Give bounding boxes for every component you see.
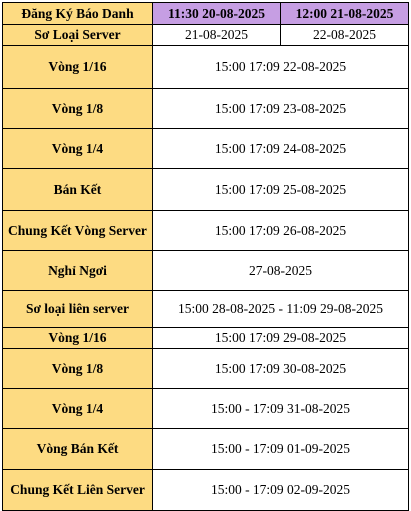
round-label: Vòng 1/16 — [2, 327, 153, 349]
round-label: Vòng 1/4 — [2, 388, 153, 429]
round-time: 15:00 17:09 26-08-2025 — [152, 210, 409, 251]
schedule-row: Vòng 1/16 15:00 17:09 29-08-2025 — [2, 327, 409, 349]
round-label: Chung Kết Liên Server — [2, 469, 153, 511]
schedule-table: Đăng Ký Báo Danh 11:30 20-08-2025 12:00 … — [2, 2, 409, 511]
schedule-row: Bán Kết 15:00 17:09 25-08-2025 — [2, 168, 409, 211]
round-label: Vòng Bán Kết — [2, 428, 153, 470]
schedule-row: Sơ loại liên server 15:00 28-08-2025 - 1… — [2, 290, 409, 328]
round-time: 15:00 17:09 29-08-2025 — [152, 327, 409, 349]
schedule-row: Nghỉ Ngơi 27-08-2025 — [2, 250, 409, 291]
round-label: Nghỉ Ngơi — [2, 250, 153, 291]
schedule-row: Vòng Bán Kết 15:00 - 17:09 01-09-2025 — [2, 428, 409, 470]
round-time: 15:00 17:09 30-08-2025 — [152, 348, 409, 389]
round-time: 15:00 17:09 23-08-2025 — [152, 88, 409, 129]
register-start: 11:30 20-08-2025 — [152, 2, 281, 25]
schedule-row: Chung Kết Vòng Server 15:00 17:09 26-08-… — [2, 210, 409, 251]
round-label: Vòng 1/4 — [2, 128, 153, 169]
round-time: 15:00 - 17:09 02-09-2025 — [152, 469, 409, 511]
register-end: 12:00 21-08-2025 — [280, 2, 409, 25]
schedule-row: Vòng 1/16 15:00 17:09 22-08-2025 — [2, 45, 409, 89]
round-label: Chung Kết Vòng Server — [2, 210, 153, 251]
prelim-server-date-1: 21-08-2025 — [152, 24, 281, 46]
round-time: 15:00 - 17:09 31-08-2025 — [152, 388, 409, 429]
round-label: Vòng 1/8 — [2, 88, 153, 129]
round-time: 15:00 - 17:09 01-09-2025 — [152, 428, 409, 470]
schedule-row: Chung Kết Liên Server 15:00 - 17:09 02-0… — [2, 469, 409, 511]
prelim-server-row: Sơ Loại Server 21-08-2025 22-08-2025 — [2, 24, 409, 46]
prelim-server-label: Sơ Loại Server — [2, 24, 153, 46]
schedule-row: Vòng 1/8 15:00 17:09 30-08-2025 — [2, 348, 409, 389]
round-label: Vòng 1/8 — [2, 348, 153, 389]
round-time: 27-08-2025 — [152, 250, 409, 291]
round-label: Bán Kết — [2, 168, 153, 211]
round-label: Vòng 1/16 — [2, 45, 153, 89]
schedule-row: Vòng 1/4 15:00 17:09 24-08-2025 — [2, 128, 409, 169]
round-time: 15:00 28-08-2025 - 11:09 29-08-2025 — [152, 290, 409, 328]
register-label: Đăng Ký Báo Danh — [2, 2, 153, 25]
round-time: 15:00 17:09 22-08-2025 — [152, 45, 409, 89]
prelim-server-date-2: 22-08-2025 — [280, 24, 409, 46]
schedule-row: Vòng 1/4 15:00 - 17:09 31-08-2025 — [2, 388, 409, 429]
header-row: Đăng Ký Báo Danh 11:30 20-08-2025 12:00 … — [2, 2, 409, 25]
round-label: Sơ loại liên server — [2, 290, 153, 328]
round-time: 15:00 17:09 24-08-2025 — [152, 128, 409, 169]
schedule-row: Vòng 1/8 15:00 17:09 23-08-2025 — [2, 88, 409, 129]
round-time: 15:00 17:09 25-08-2025 — [152, 168, 409, 211]
